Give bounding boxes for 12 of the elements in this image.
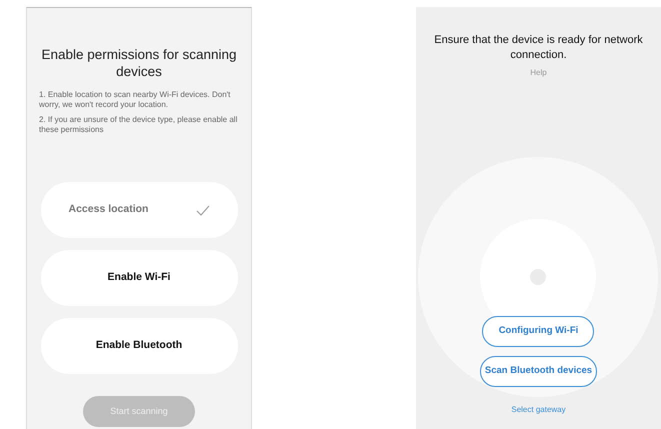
permission-button[interactable]: Enable Bluetooth <box>40 318 238 374</box>
instruction-text: 1. Enable location to scan nearby Wi-Fi devices. Don't worry, we won't record your location. <box>39 90 232 110</box>
permission-button[interactable]: Access location <box>40 182 238 238</box>
select-gateway-link[interactable]: Select gateway <box>511 404 566 416</box>
help-link[interactable]: Help <box>530 67 547 79</box>
check-icon <box>196 204 210 216</box>
permission-button[interactable]: Enable Wi-Fi <box>40 250 238 306</box>
outline-button[interactable]: Scan Bluetooth devices <box>480 356 598 387</box>
instruction-text: 2. If you are unsure of the device type, please enable all these permissions <box>39 115 238 135</box>
screen-title: Enable permissions for scanning devices <box>40 46 238 80</box>
screen-title: Ensure that the device is ready for network connection. <box>433 33 644 63</box>
outline-button[interactable]: Configuring Wi-Fi <box>482 316 594 347</box>
